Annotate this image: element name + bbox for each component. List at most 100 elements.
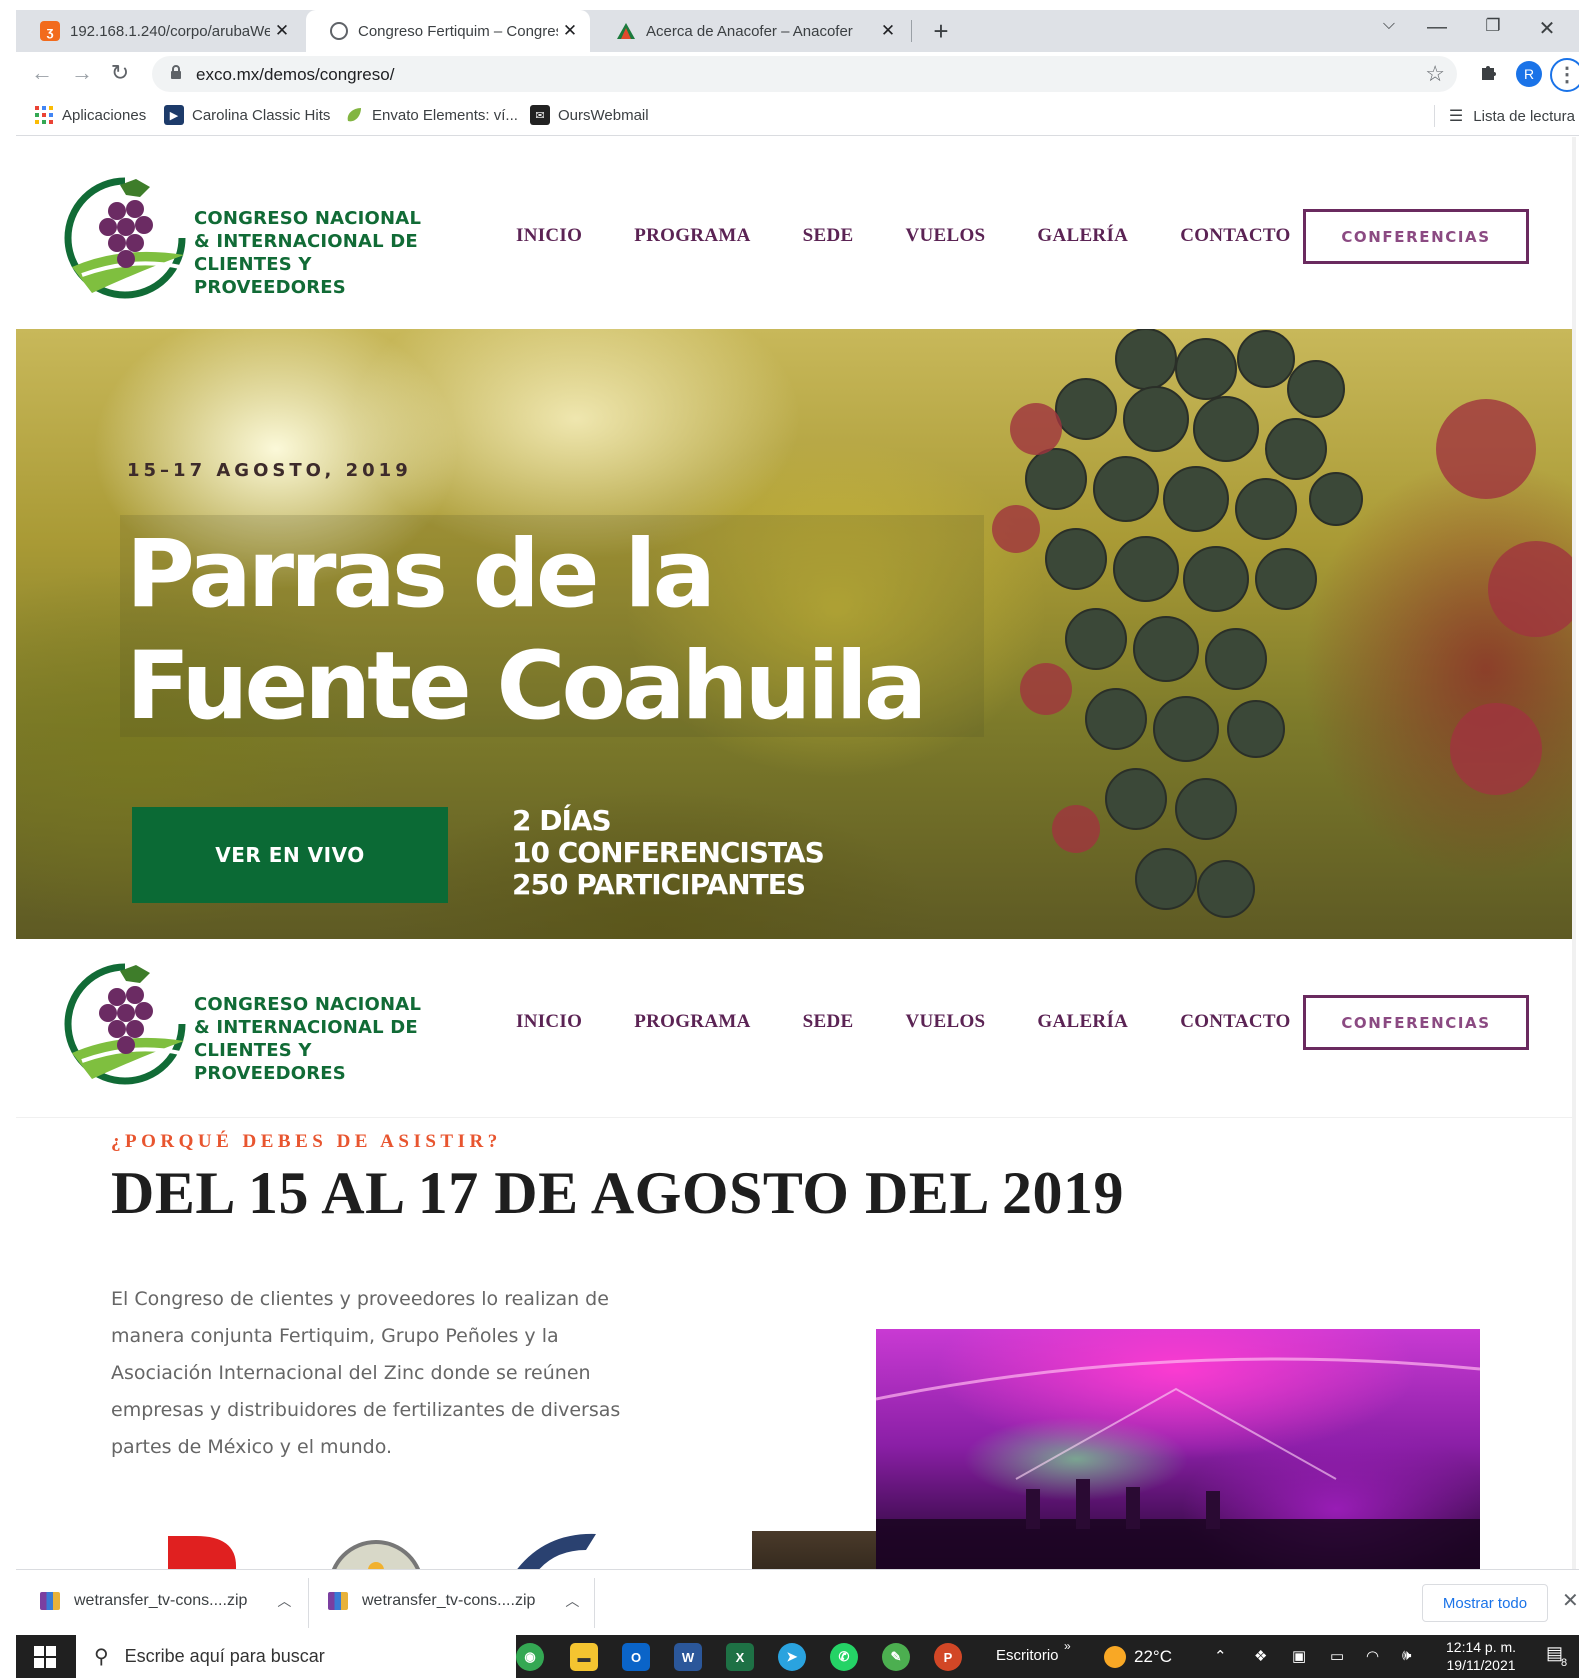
bookmark-star-icon[interactable]: ☆ [1425, 61, 1445, 87]
lock-icon [170, 65, 182, 83]
show-all-downloads-button[interactable]: Mostrar todo [1422, 1584, 1548, 1622]
menu-contacto[interactable]: CONTACTO [1180, 225, 1290, 247]
bookmark-ourswebmail[interactable]: ✉ OursWebmail [530, 105, 649, 125]
logo-text: CONGRESO NACIONAL & INTERNACIONAL DE CLI… [194, 208, 422, 298]
new-tab-button[interactable]: + [926, 16, 956, 47]
menu-sede[interactable]: SEDE [803, 1011, 854, 1033]
windows-start-icon[interactable] [34, 1646, 56, 1668]
section-paragraph: El Congreso de clientes y proveedores lo… [111, 1288, 621, 1458]
desktop-toolbar-label[interactable]: Escritorio [996, 1647, 1059, 1664]
close-icon[interactable]: ✕ [558, 21, 582, 41]
menu-galeria[interactable]: GALERÍA [1037, 1011, 1128, 1033]
reading-list[interactable]: ☰ Lista de lectura [1433, 105, 1575, 127]
ver-en-vivo-button[interactable]: VER EN VIVO [132, 807, 448, 903]
weather-sun-icon[interactable] [1104, 1646, 1126, 1668]
tab-title: 192.168.1.240/corpo/arubaWelco [70, 22, 270, 40]
close-icon[interactable]: ✕ [876, 21, 900, 41]
webmail-icon: ✉ [530, 105, 550, 125]
menu-sede[interactable]: SEDE [803, 225, 854, 247]
bookmarks-bar: Aplicaciones ▶ Carolina Classic Hits Env… [16, 96, 1579, 136]
close-icon[interactable]: ✕ [1562, 1588, 1579, 1613]
powerpoint-icon[interactable]: P [934, 1643, 962, 1671]
display-icon[interactable]: ▣ [1292, 1647, 1306, 1665]
window-close-icon[interactable]: ✕ [1532, 16, 1562, 41]
word-icon[interactable]: W [674, 1643, 702, 1671]
tab-anacofer[interactable]: Acerca de Anacofer – Anacofer ✕ [592, 10, 908, 52]
zip-archive-icon [40, 1592, 60, 1610]
chrome-icon[interactable]: ◉ [516, 1643, 544, 1671]
forward-icon[interactable]: → [68, 60, 96, 86]
menu-inicio[interactable]: INICIO [516, 1011, 582, 1033]
reading-list-icon: ☰ [1448, 108, 1464, 125]
reload-icon[interactable]: ↻ [106, 60, 134, 86]
downloads-bar: wetransfer_tv-cons....zip ︿ wetransfer_t… [16, 1569, 1579, 1635]
address-bar[interactable]: exco.mx/demos/congreso/ ☆ [152, 56, 1457, 92]
divider [594, 1578, 595, 1628]
conferencias-button[interactable]: CONFERENCIAS [1303, 209, 1529, 264]
section-headline: DEL 15 AL 17 DE AGOSTO DEL 2019 [111, 1160, 1125, 1226]
tent-lights-graphic [876, 1357, 1480, 1569]
apps-grid-icon [34, 105, 54, 125]
tab-aruba[interactable]: ʒ 192.168.1.240/corpo/arubaWelco ✕ [16, 10, 302, 52]
bookmark-apps[interactable]: Aplicaciones [34, 105, 146, 125]
tab-title: Congreso Fertiquim – Congreso N [358, 22, 558, 40]
globe-icon [330, 22, 348, 40]
taskbar-search-input[interactable]: ⚲ Escribe aquí para buscar [76, 1635, 516, 1678]
file-explorer-icon[interactable]: ▬ [570, 1643, 598, 1671]
conferencias-button[interactable]: CONFERENCIAS [1303, 995, 1529, 1050]
page-scrollbar[interactable] [1572, 137, 1576, 1569]
bookmark-label: Carolina Classic Hits [192, 106, 331, 124]
volume-icon[interactable]: 🕪 [1402, 1647, 1411, 1664]
menu-programa[interactable]: PROGRAMA [634, 1011, 750, 1033]
sticky-header: CONGRESO NACIONAL & INTERNACIONAL DE CLI… [16, 939, 1576, 1131]
app-icon[interactable]: ✎ [882, 1643, 910, 1671]
dropbox-icon[interactable]: ❖ [1254, 1647, 1267, 1665]
tab-search-icon[interactable]: ⌵ [1374, 16, 1404, 34]
hero-title: Parras de la Fuente Coahuila [126, 520, 927, 741]
clock-time: 12:14 p. m. [1446, 1639, 1517, 1655]
menu-vuelos[interactable]: VUELOS [905, 225, 985, 247]
site-logo[interactable]: CONGRESO NACIONAL & INTERNACIONAL DE CLI… [62, 961, 422, 1087]
page-viewport: CONGRESO NACIONAL & INTERNACIONAL DE CLI… [16, 137, 1576, 1569]
menu-contacto[interactable]: CONTACTO [1180, 1011, 1290, 1033]
menu-inicio[interactable]: INICIO [516, 225, 582, 247]
chevron-up-icon[interactable]: ︿ [277, 1591, 291, 1611]
system-clock[interactable]: 12:14 p. m. 19/11/2021 [1446, 1638, 1516, 1674]
tab-title: Acerca de Anacofer – Anacofer [646, 22, 853, 40]
profile-avatar[interactable]: R [1516, 61, 1542, 87]
menu-galeria[interactable]: GALERÍA [1037, 225, 1128, 247]
back-icon[interactable]: ← [28, 60, 56, 86]
weather-temperature[interactable]: 22°C [1134, 1647, 1172, 1667]
download-item[interactable]: wetransfer_tv-cons....zip ︿ [328, 1591, 579, 1611]
bookmark-carolina[interactable]: ▶ Carolina Classic Hits [164, 105, 330, 125]
battery-icon[interactable]: ▭ [1330, 1647, 1344, 1665]
chevron-up-icon[interactable]: ︿ [565, 1591, 579, 1611]
chevron-right-icon[interactable]: » [1064, 1639, 1071, 1653]
chevron-up-icon[interactable]: ⌃ [1214, 1647, 1227, 1665]
telegram-icon[interactable]: ➤ [778, 1643, 806, 1671]
site-logo[interactable]: CONGRESO NACIONAL & INTERNACIONAL DE CLI… [62, 175, 422, 301]
download-filename: wetransfer_tv-cons....zip [74, 1592, 248, 1609]
close-icon[interactable]: ✕ [270, 21, 294, 41]
grape-logo-icon [64, 177, 186, 299]
envato-leaf-icon [344, 105, 364, 125]
bookmark-envato[interactable]: Envato Elements: ví... [344, 105, 518, 125]
wifi-icon[interactable]: ◠ [1366, 1647, 1379, 1665]
divider [308, 1578, 309, 1628]
xampp-icon: ʒ [40, 21, 60, 41]
download-filename: wetransfer_tv-cons....zip [362, 1592, 536, 1609]
grape-logo-icon [64, 963, 186, 1085]
stat-speakers: 10 CONFERENCISTAS [512, 836, 825, 869]
minimize-icon[interactable]: — [1422, 16, 1452, 39]
menu-vuelos[interactable]: VUELOS [905, 1011, 985, 1033]
menu-programa[interactable]: PROGRAMA [634, 225, 750, 247]
whatsapp-icon[interactable]: ✆ [830, 1643, 858, 1671]
restore-icon[interactable]: ❐ [1478, 16, 1508, 36]
extensions-puzzle-icon[interactable] [1478, 62, 1498, 88]
download-item[interactable]: wetransfer_tv-cons....zip ︿ [40, 1591, 291, 1611]
browser-menu-icon[interactable]: ⋮ [1550, 58, 1579, 92]
play-icon: ▶ [164, 105, 184, 125]
excel-icon[interactable]: X [726, 1643, 754, 1671]
outlook-icon[interactable]: O [622, 1643, 650, 1671]
tab-congreso[interactable]: Congreso Fertiquim – Congreso N ✕ [306, 10, 590, 52]
